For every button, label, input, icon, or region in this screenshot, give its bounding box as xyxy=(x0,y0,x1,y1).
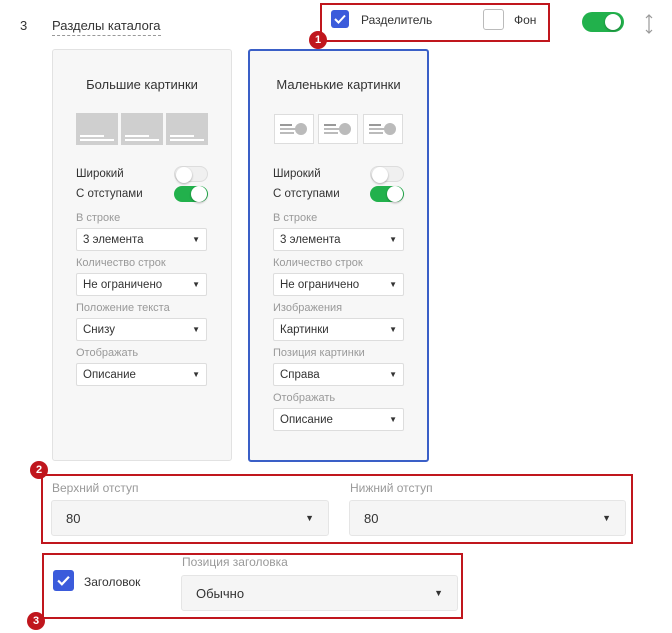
section-title[interactable]: Разделы каталога xyxy=(52,18,161,36)
field-label: Количество строк xyxy=(76,257,166,269)
layout-thumbnail xyxy=(121,113,163,145)
card-small-images[interactable]: Маленькие картинки Широкий С отступами В… xyxy=(248,49,429,462)
chevron-down-icon: ▼ xyxy=(389,370,397,379)
row-count-select[interactable]: Не ограничено ▼ xyxy=(273,273,404,296)
header-position-label: Позиция заголовка xyxy=(182,555,288,569)
padding-label: С отступами xyxy=(76,188,143,200)
chevron-down-icon: ▼ xyxy=(192,280,200,289)
divider-label: Разделитель xyxy=(361,13,433,27)
divider-checkbox[interactable] xyxy=(331,10,349,28)
header-position-select[interactable]: Обычно ▼ xyxy=(181,575,458,611)
field-label: В строке xyxy=(273,212,318,224)
chevron-down-icon: ▼ xyxy=(602,513,611,523)
background-label: Фон xyxy=(514,13,537,27)
per-row-select[interactable]: 3 элемента ▼ xyxy=(273,228,404,251)
wide-label: Широкий xyxy=(273,168,321,180)
padding-label: С отступами xyxy=(273,188,340,200)
field-label: Позиция картинки xyxy=(273,347,365,359)
display-select[interactable]: Описание ▼ xyxy=(273,408,404,431)
text-position-select[interactable]: Снизу ▼ xyxy=(76,318,207,341)
per-row-select[interactable]: 3 элемента ▼ xyxy=(76,228,207,251)
field-label: В строке xyxy=(76,212,121,224)
field-label: Отображать xyxy=(76,347,139,359)
field-label: Отображать xyxy=(273,392,336,404)
field-label: Количество строк xyxy=(273,257,363,269)
bottom-padding-select[interactable]: 80 ▼ xyxy=(349,500,626,536)
check-icon xyxy=(334,14,346,24)
annotation-badge-1: 1 xyxy=(309,31,327,49)
images-select[interactable]: Картинки ▼ xyxy=(273,318,404,341)
top-padding-label: Верхний отступ xyxy=(52,481,139,495)
chevron-down-icon: ▼ xyxy=(389,325,397,334)
image-position-select[interactable]: Справа ▼ xyxy=(273,363,404,386)
chevron-down-icon: ▼ xyxy=(434,588,443,598)
layout-thumbnail xyxy=(166,113,208,145)
wide-toggle[interactable] xyxy=(174,166,208,183)
card-big-images[interactable]: Большие картинки Широкий С отступами В с… xyxy=(52,49,232,461)
section-enabled-toggle[interactable] xyxy=(582,12,624,32)
background-checkbox[interactable] xyxy=(483,9,504,30)
chevron-down-icon: ▼ xyxy=(192,325,200,334)
chevron-down-icon: ▼ xyxy=(192,235,200,244)
display-select[interactable]: Описание ▼ xyxy=(76,363,207,386)
chevron-down-icon: ▼ xyxy=(389,415,397,424)
chevron-down-icon: ▼ xyxy=(305,513,314,523)
padding-toggle[interactable] xyxy=(370,186,404,202)
chevron-down-icon: ▼ xyxy=(389,280,397,289)
field-label: Изображения xyxy=(273,302,343,314)
top-padding-select[interactable]: 80 ▼ xyxy=(51,500,329,536)
chevron-down-icon: ▼ xyxy=(192,370,200,379)
check-icon xyxy=(57,575,70,586)
bottom-padding-label: Нижний отступ xyxy=(350,481,433,495)
field-label: Положение текста xyxy=(76,302,170,314)
chevron-down-icon: ▼ xyxy=(389,235,397,244)
header-label: Заголовок xyxy=(84,575,141,589)
padding-toggle[interactable] xyxy=(174,186,208,202)
layout-thumbnail xyxy=(274,114,314,144)
layout-thumbnail xyxy=(76,113,118,145)
layout-thumbnail xyxy=(318,114,358,144)
row-count-select[interactable]: Не ограничено ▼ xyxy=(76,273,207,296)
card-title: Маленькие картинки xyxy=(276,77,401,92)
wide-toggle[interactable] xyxy=(370,166,404,183)
layout-thumbnail xyxy=(363,114,403,144)
vertical-resize-icon[interactable] xyxy=(645,14,653,34)
wide-label: Широкий xyxy=(76,168,124,180)
annotation-badge-3: 3 xyxy=(27,612,45,630)
section-number: 3 xyxy=(20,18,28,33)
annotation-badge-2: 2 xyxy=(30,461,48,479)
header-checkbox[interactable] xyxy=(53,570,74,591)
card-title: Большие картинки xyxy=(86,77,198,92)
